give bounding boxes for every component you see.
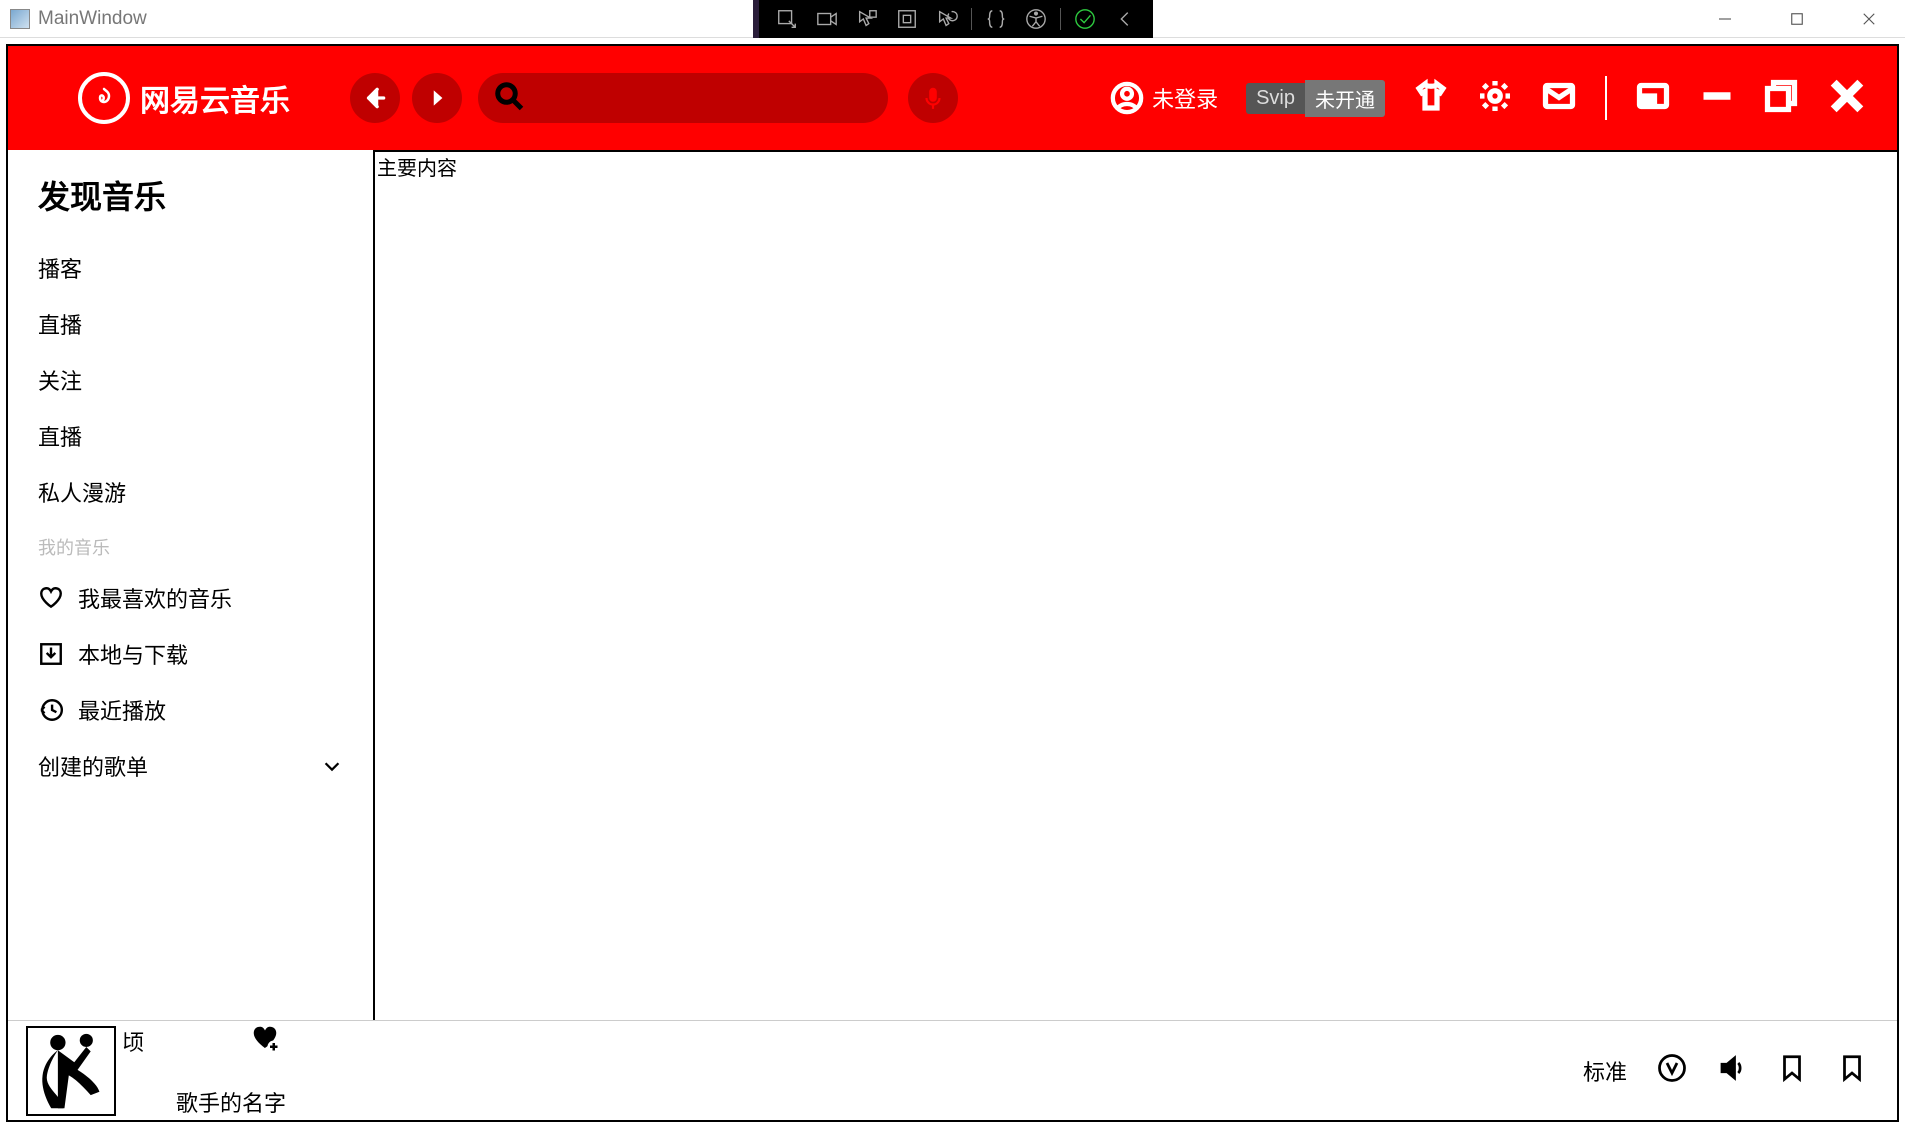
sidebar-item-podcast[interactable]: 播客 bbox=[38, 240, 343, 296]
sidebar-item-live[interactable]: 直播 bbox=[38, 296, 343, 352]
app-icon bbox=[10, 9, 30, 29]
download-icon bbox=[38, 641, 64, 667]
search-box[interactable] bbox=[478, 73, 888, 123]
login-text: 未登录 bbox=[1152, 82, 1218, 114]
bookmark-button-2[interactable] bbox=[1837, 1053, 1867, 1088]
maximize-icon bbox=[1763, 78, 1799, 114]
app-maximize-button[interactable] bbox=[1763, 78, 1799, 119]
album-art[interactable] bbox=[26, 1026, 116, 1116]
sidebar: 发现音乐 播客 直播 关注 直播 私人漫游 我的音乐 我最喜欢的音乐 本地与下载… bbox=[8, 150, 373, 1020]
svip-label: Svip bbox=[1246, 83, 1305, 114]
svip-badge[interactable]: Svip 未开通 bbox=[1246, 80, 1385, 117]
voice-search-button[interactable] bbox=[908, 73, 958, 123]
main-content-label: 主要内容 bbox=[377, 152, 457, 181]
singer-name[interactable]: 歌手的名字 bbox=[176, 1086, 286, 1118]
search-icon bbox=[494, 81, 524, 116]
track-meta-suffix: 顷 bbox=[122, 1025, 144, 1057]
bookmark-icon bbox=[1777, 1053, 1807, 1083]
separator bbox=[1605, 76, 1607, 120]
sidebar-item-label: 最近播放 bbox=[78, 694, 166, 726]
logo-icon bbox=[78, 72, 130, 124]
dev-braces-icon[interactable] bbox=[976, 0, 1016, 38]
dev-status-ok-icon[interactable] bbox=[1065, 0, 1105, 38]
chevron-down-icon bbox=[321, 755, 343, 777]
search-input[interactable] bbox=[524, 87, 888, 110]
logo-text: 网易云音乐 bbox=[140, 76, 290, 120]
app-header: 网易云音乐 未登录 bbox=[8, 46, 1897, 150]
window-close-button[interactable] bbox=[1833, 0, 1905, 38]
pip-icon bbox=[1635, 78, 1671, 114]
volume-button[interactable] bbox=[1717, 1053, 1747, 1088]
heart-add-icon bbox=[250, 1023, 280, 1053]
dancers-icon bbox=[36, 1031, 106, 1111]
dev-accessibility-icon[interactable] bbox=[1016, 0, 1056, 38]
app-close-button[interactable] bbox=[1827, 76, 1867, 121]
user-icon bbox=[1110, 81, 1144, 115]
sidebar-item-label: 创建的歌单 bbox=[38, 750, 148, 782]
svip-status: 未开通 bbox=[1305, 80, 1385, 117]
sidebar-item-local[interactable]: 本地与下载 bbox=[38, 626, 343, 682]
window-minimize-button[interactable] bbox=[1689, 0, 1761, 38]
sidebar-item-label: 本地与下载 bbox=[78, 638, 188, 670]
history-icon bbox=[38, 697, 64, 723]
speaker-icon bbox=[1717, 1053, 1747, 1083]
settings-button[interactable] bbox=[1477, 78, 1513, 119]
audio-effect-button[interactable] bbox=[1657, 1053, 1687, 1088]
nav-back-button[interactable] bbox=[350, 73, 400, 123]
sidebar-item-favorites[interactable]: 我最喜欢的音乐 bbox=[38, 570, 343, 626]
dev-pointer-square-icon[interactable] bbox=[847, 0, 887, 38]
shirt-icon bbox=[1413, 78, 1449, 114]
sidebar-section-my-music: 我的音乐 bbox=[38, 520, 343, 570]
dev-camera-icon[interactable] bbox=[807, 0, 847, 38]
window-titlebar: MainWindow bbox=[0, 0, 1905, 38]
sidebar-item-recent[interactable]: 最近播放 bbox=[38, 682, 343, 738]
login-button[interactable]: 未登录 bbox=[1110, 81, 1218, 115]
close-icon bbox=[1827, 76, 1867, 116]
player-bar: 顷 歌手的名字 标准 bbox=[8, 1020, 1897, 1120]
bookmark-button-1[interactable] bbox=[1777, 1053, 1807, 1088]
dev-pointer-refresh-icon[interactable] bbox=[927, 0, 967, 38]
theme-button[interactable] bbox=[1413, 78, 1449, 119]
app-minimize-button[interactable] bbox=[1699, 78, 1735, 119]
circle-v-icon bbox=[1657, 1053, 1687, 1083]
main-content: 主要内容 bbox=[373, 150, 1897, 1020]
mini-mode-button[interactable] bbox=[1635, 78, 1671, 119]
bookmark-icon bbox=[1837, 1053, 1867, 1083]
nav-forward-button[interactable] bbox=[412, 73, 462, 123]
sidebar-item-label: 我最喜欢的音乐 bbox=[78, 582, 232, 614]
sidebar-item-follow[interactable]: 关注 bbox=[38, 352, 343, 408]
sidebar-title[interactable]: 发现音乐 bbox=[38, 172, 343, 218]
dev-selector-icon[interactable] bbox=[767, 0, 807, 38]
sidebar-item-created-playlists[interactable]: 创建的歌单 bbox=[38, 738, 343, 794]
dev-stop-icon[interactable] bbox=[887, 0, 927, 38]
heart-icon bbox=[38, 585, 64, 611]
mail-icon bbox=[1541, 78, 1577, 114]
messages-button[interactable] bbox=[1541, 78, 1577, 119]
window-maximize-button[interactable] bbox=[1761, 0, 1833, 38]
window-title: MainWindow bbox=[38, 8, 147, 30]
like-button[interactable] bbox=[250, 1023, 280, 1058]
sidebar-item-roam[interactable]: 私人漫游 bbox=[38, 464, 343, 520]
minimize-icon bbox=[1699, 78, 1735, 114]
gear-icon bbox=[1477, 78, 1513, 114]
sidebar-item-live-2[interactable]: 直播 bbox=[38, 408, 343, 464]
quality-button[interactable]: 标准 bbox=[1583, 1055, 1627, 1087]
dev-chevron-left-icon[interactable] bbox=[1105, 0, 1145, 38]
logo[interactable]: 网易云音乐 bbox=[78, 72, 290, 124]
dev-toolbar bbox=[753, 0, 1153, 38]
